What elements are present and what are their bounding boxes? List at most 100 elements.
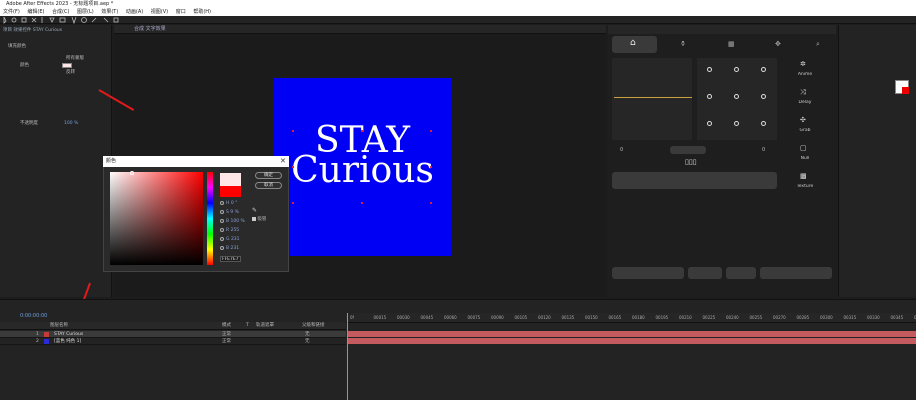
null-icon: ▢ (800, 144, 807, 152)
col-mode[interactable]: 模式 (222, 322, 231, 329)
menu-animation[interactable]: 动画(A) (126, 8, 143, 16)
trash-button[interactable] (726, 267, 756, 279)
col-parent[interactable]: 父级和链接 (302, 322, 325, 329)
col-t[interactable]: T (246, 322, 249, 329)
anchor-point[interactable] (734, 121, 739, 126)
right-value[interactable]: 0 (762, 147, 765, 153)
field-s[interactable]: S 9 % (220, 209, 239, 217)
grab-icon: ✣ (800, 116, 806, 124)
ruler-tick-label: 00120 (538, 315, 551, 320)
radio-icon (220, 200, 224, 205)
invert-label[interactable]: 反转 (66, 69, 75, 76)
field-g[interactable]: G 231 (220, 236, 240, 244)
ruler-tick-label: 00240 (726, 315, 739, 320)
layer-mode[interactable]: 正常 (222, 331, 231, 338)
side-item-delay[interactable]: Delay (777, 100, 833, 105)
layer-bar-2[interactable] (347, 338, 916, 344)
menu-help[interactable]: 帮助(H) (193, 8, 211, 16)
easing-preset-bar[interactable] (670, 146, 706, 154)
eyedropper-checkbox[interactable]: 吸管 (252, 216, 266, 222)
saturation-brightness-field[interactable] (110, 172, 203, 265)
layer-row-1[interactable]: 1 STAY Curious 正常 无 (0, 331, 346, 338)
ok-button[interactable]: 确定 (255, 172, 282, 179)
text-bounding-handles[interactable] (273, 78, 452, 256)
anchor-point[interactable] (761, 121, 766, 126)
color-property-label: 颜色 (20, 63, 29, 68)
field-b2[interactable]: B 231 (220, 245, 239, 253)
easing-graph[interactable] (612, 58, 692, 140)
ruler-tick-label: 00105 (515, 315, 528, 320)
anchor-point[interactable] (707, 67, 712, 72)
layer-name[interactable]: [蓝色 纯色 1] (54, 338, 81, 345)
col-layer-name[interactable]: 图层名称 (50, 322, 68, 329)
ruler-ticks: 0f 00015 00030 00045 00060 00075 00090 00105 001… (350, 315, 916, 320)
ruler-tick-label: 00195 (656, 315, 669, 320)
bucket-icon[interactable]: ⚱ (680, 40, 686, 48)
side-item-null[interactable]: Null (777, 156, 833, 161)
timecode[interactable]: 0:00:00:00 (20, 313, 47, 319)
anchor-point[interactable] (707, 94, 712, 99)
loop-button[interactable] (760, 267, 832, 279)
far-right-panel (838, 25, 916, 297)
cancel-button[interactable]: 取消 (255, 182, 282, 189)
ruler-tick-label: 00135 (562, 315, 575, 320)
anchor-point[interactable] (761, 94, 766, 99)
anchor-point[interactable] (707, 121, 712, 126)
move-icon[interactable]: ✥ (775, 40, 781, 48)
side-item-grab[interactable]: Grab (777, 128, 833, 133)
menu-effect[interactable]: 效果(T) (101, 8, 118, 16)
clone-button[interactable] (612, 267, 684, 279)
color-cursor[interactable] (130, 171, 134, 175)
fill-color-swatch[interactable] (62, 63, 72, 68)
search-icon[interactable]: ⌕ (816, 40, 820, 49)
hand-button[interactable] (688, 267, 722, 279)
hue-slider[interactable] (207, 172, 213, 265)
close-icon[interactable]: ✕ (280, 157, 286, 165)
field-h[interactable]: H 0 ° (220, 200, 237, 208)
layer-parent[interactable]: 无 (305, 338, 310, 345)
easing-curve (614, 97, 692, 98)
menu-file[interactable]: 文件(F) (3, 8, 20, 16)
field-label: R (226, 228, 230, 233)
side-item-texture[interactable]: Texture (777, 184, 833, 189)
anchor-point[interactable] (734, 94, 739, 99)
anchor-point[interactable] (761, 67, 766, 72)
menu-window[interactable]: 窗口 (176, 8, 186, 16)
field-r[interactable]: R 255 (220, 227, 239, 235)
ruler-tick-label: 00015 (374, 315, 387, 320)
spacing-icon[interactable]: ▯▯▯ (685, 158, 697, 166)
home-icon: ⌂ (630, 38, 636, 48)
menu-view[interactable]: 视图(V) (151, 8, 168, 16)
eyedropper-icon[interactable]: ✎ (252, 207, 257, 214)
ruler-tick-label: 00225 (703, 315, 716, 320)
align-button-bar[interactable] (612, 172, 777, 189)
col-track-matte[interactable]: 轨道遮罩 (256, 322, 274, 329)
side-item-anime[interactable]: Anime (777, 72, 833, 77)
all-masks-label[interactable]: 所有蒙版 (66, 55, 84, 62)
panel-tab-label[interactable]: 项目 效果控件 STAY Curious (3, 27, 111, 34)
layer-mode[interactable]: 正常 (222, 338, 231, 345)
left-value[interactable]: 0 (620, 147, 623, 153)
effect-controls-panel: 项目 效果控件 STAY Curious 填充颜色 颜色 所有蒙版 反转 不透明… (0, 25, 112, 297)
field-b[interactable]: B 100 % (220, 218, 245, 226)
layer-label-color[interactable] (44, 332, 49, 337)
tool-icons[interactable] (0, 16, 170, 25)
layer-label-color[interactable] (44, 339, 49, 344)
stroke-swatch-widget[interactable] (902, 87, 909, 94)
layer-row-2[interactable]: 2 [蓝色 纯色 1] 正常 无 (0, 338, 346, 345)
hex-input[interactable]: FFE7E7 (220, 256, 241, 262)
ruler-tick-label: 00090 (491, 315, 504, 320)
ruler-tick-label: 00345 (891, 315, 904, 320)
menu-edit[interactable]: 编辑(E) (27, 8, 44, 16)
layer-bar-1[interactable] (347, 331, 916, 337)
opacity-value[interactable]: 100 % (64, 120, 78, 127)
viewer-tab[interactable]: 合成 文字效果 (134, 26, 166, 32)
menu-layer[interactable]: 图层(L) (77, 8, 94, 16)
layer-parent[interactable]: 无 (305, 331, 310, 338)
grid-icon[interactable]: ▦ (728, 40, 735, 48)
radio-icon (220, 218, 224, 223)
layer-name[interactable]: STAY Curious (54, 331, 83, 338)
menu-composition[interactable]: 合成(C) (52, 8, 69, 16)
current-time-indicator[interactable] (347, 313, 348, 400)
anchor-point[interactable] (734, 67, 739, 72)
